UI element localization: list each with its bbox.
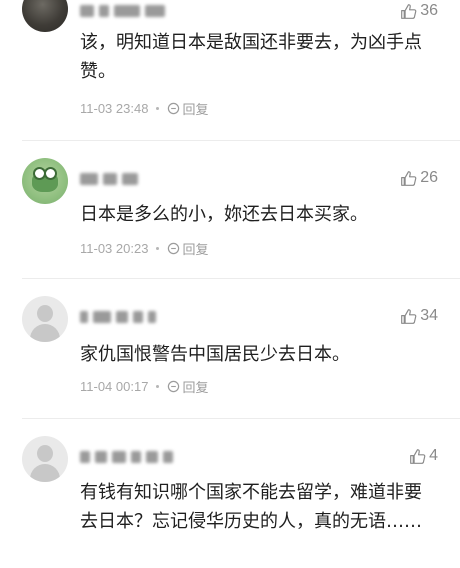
comment-text: 有钱有知识哪个国家不能去留学，难道非要去日本？忘记侵华历史的人，真的无语……	[80, 482, 422, 532]
comment-item: 26 日本是多么的小，妳还去日本买家。 11-03 20:23 回复	[0, 150, 460, 280]
comment-time: 11-03 20:23	[80, 241, 149, 256]
comment-text: 日本是多么的小，妳还去日本买家。	[80, 204, 368, 225]
like-button[interactable]: 26	[400, 169, 438, 187]
like-button[interactable]: 4	[409, 447, 438, 465]
thumbs-up-icon	[401, 3, 417, 19]
divider	[22, 278, 460, 279]
user-silhouette-body	[30, 324, 60, 342]
avatar[interactable]	[22, 0, 68, 32]
like-count: 4	[429, 447, 438, 464]
user-silhouette-body	[30, 464, 60, 482]
comment-item: 36 该，明知道日本是敌国还非要去，为凶手点赞。 11-03 23:48 回复	[0, 0, 460, 150]
comment-text: 家仇国恨警告中国居民少去日本。	[80, 344, 350, 365]
thumbs-up-icon	[401, 170, 417, 186]
separator-dot	[156, 247, 160, 250]
comment-time: 11-03 23:48	[80, 101, 149, 116]
avatar[interactable]	[22, 158, 68, 204]
comment-text: 该，明知道日本是敌国还非要去，为凶手点赞。	[80, 32, 422, 82]
reply-button[interactable]: 回复	[167, 377, 208, 396]
like-button[interactable]: 34	[400, 307, 438, 325]
thumbs-up-icon	[410, 448, 426, 464]
comment-item: 34 家仇国恨警告中国居民少去日本。 11-04 00:17 回复	[0, 288, 460, 418]
like-button[interactable]: 36	[400, 2, 438, 20]
user-silhouette-head	[37, 445, 53, 462]
username-blurred[interactable]	[80, 450, 173, 464]
user-silhouette-head	[37, 305, 53, 322]
comment-meta: 11-03 20:23 回复	[80, 239, 208, 258]
avatar[interactable]	[22, 296, 68, 342]
comment-item: 4 有钱有知识哪个国家不能去留学，难道非要去日本？忘记侵华历史的人，真的无语……	[0, 428, 460, 568]
frog-avatar-graphic	[32, 167, 58, 192]
comment-meta: 11-03 23:48 回复	[80, 99, 208, 118]
comment-meta: 11-04 00:17 回复	[80, 377, 208, 396]
like-count: 34	[420, 307, 438, 324]
reply-icon	[168, 242, 180, 255]
separator-dot	[156, 385, 160, 388]
like-count: 26	[420, 169, 438, 186]
reply-label: 回复	[182, 242, 209, 257]
reply-icon	[168, 102, 180, 115]
reply-button[interactable]: 回复	[167, 239, 208, 258]
divider	[22, 418, 460, 419]
reply-label: 回复	[182, 102, 209, 117]
separator-dot	[156, 107, 160, 110]
username-blurred[interactable]	[80, 310, 156, 324]
username-blurred[interactable]	[80, 4, 165, 18]
divider	[22, 140, 460, 141]
reply-button[interactable]: 回复	[167, 99, 208, 118]
reply-icon	[168, 380, 180, 393]
thumbs-up-icon	[401, 308, 417, 324]
like-count: 36	[420, 2, 438, 19]
avatar[interactable]	[22, 436, 68, 482]
username-blurred[interactable]	[80, 172, 138, 186]
comment-time: 11-04 00:17	[80, 379, 149, 394]
reply-label: 回复	[182, 380, 209, 395]
